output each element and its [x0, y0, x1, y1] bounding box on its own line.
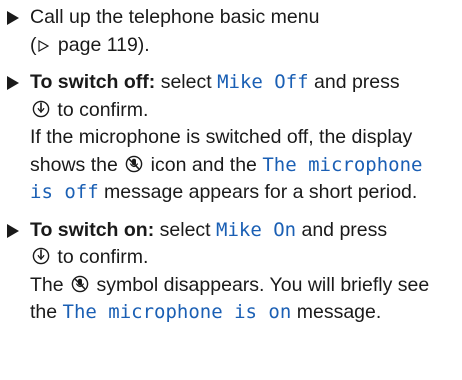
instruction-call-up-menu: Call up the telephone basic menu ( page …: [6, 4, 456, 59]
microphone-off-icon: [71, 275, 89, 293]
menu-option-mike-off: Mike Off: [217, 71, 309, 93]
confirm-knob-icon: [32, 100, 50, 118]
menu-option-mike-on: Mike On: [216, 218, 297, 241]
triangle-bullet-icon: [7, 76, 19, 90]
display-message-mic-on: The microphone is on: [62, 301, 292, 323]
page-reference-arrow-icon: [37, 38, 50, 52]
page-reference[interactable]: ( page 119).: [30, 34, 150, 56]
instruction-switch-off: To switch off: select Mike Off and press…: [6, 69, 456, 207]
instruction-text: Call up the telephone basic menu: [30, 6, 320, 28]
switch-on-label: To switch on:: [30, 218, 155, 241]
triangle-bullet-icon: [7, 11, 19, 25]
microphone-off-icon: [125, 155, 143, 173]
confirm-knob-icon: [32, 247, 50, 265]
switch-off-label: To switch off:: [30, 71, 156, 93]
triangle-bullet-icon: [7, 223, 19, 238]
manual-page: Call up the telephone basic menu ( page …: [0, 0, 462, 380]
instruction-switch-on: To switch on: select Mike On and press t…: [6, 217, 456, 327]
